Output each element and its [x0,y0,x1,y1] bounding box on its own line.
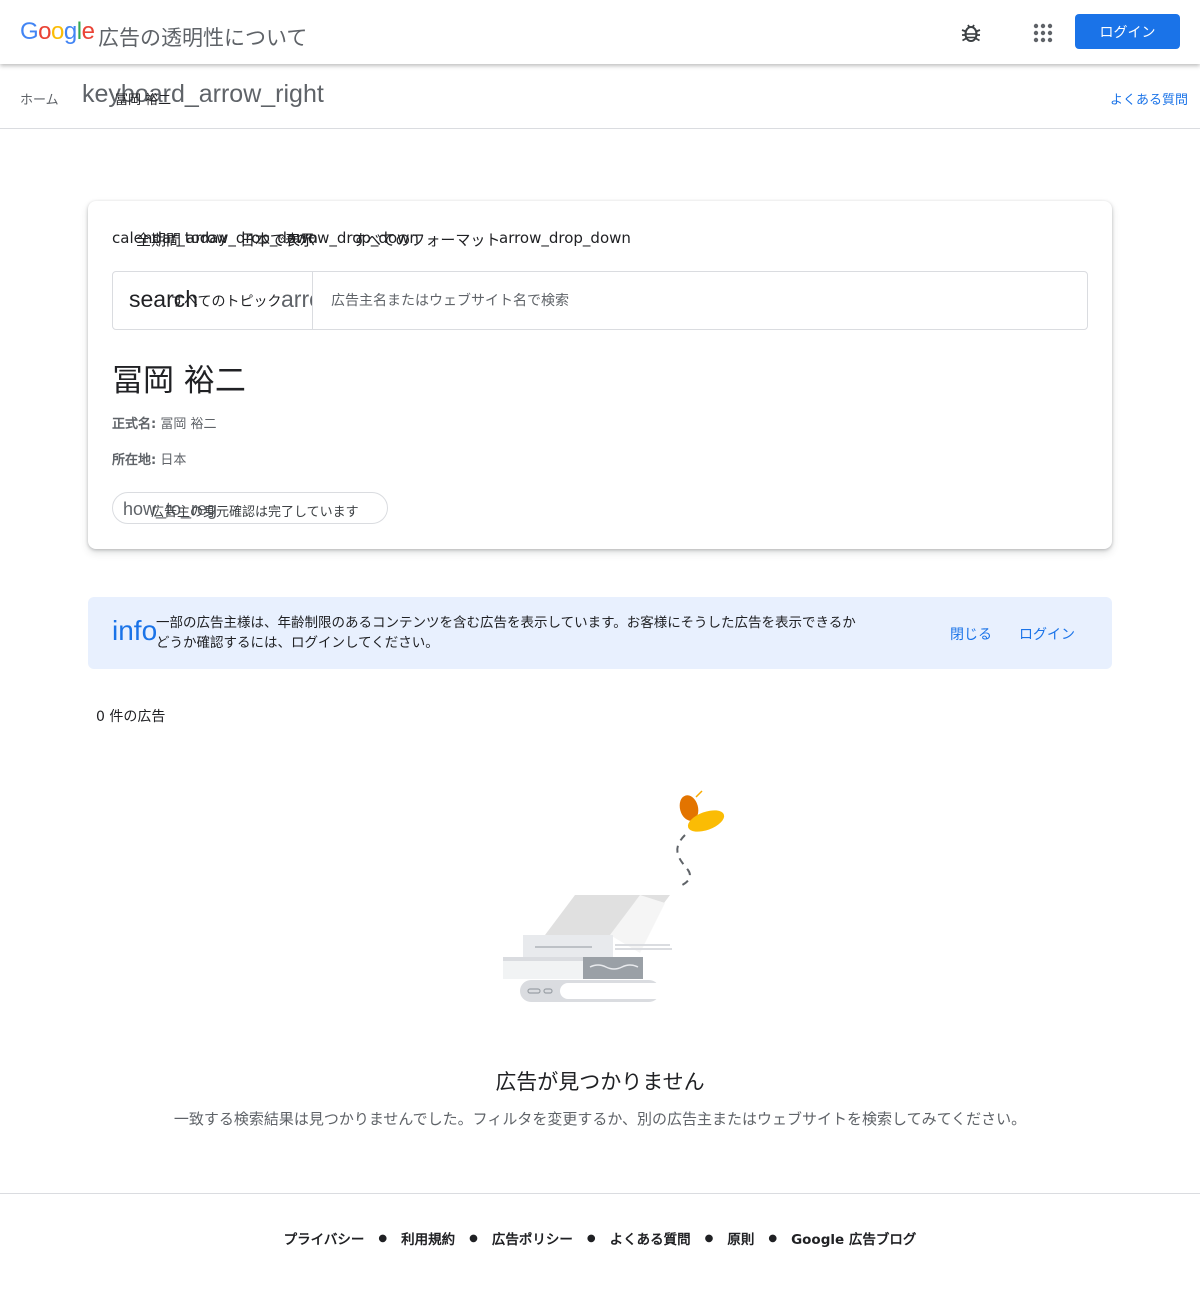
login-button[interactable]: ログイン [1075,14,1180,49]
google-logo[interactable]: Google [20,18,95,46]
separator-dot-icon: ● [704,1232,714,1244]
separator-dot-icon: ● [586,1232,596,1244]
banner-close-button[interactable]: 閉じる [950,624,992,644]
advertiser-name: 冨岡 裕二 [112,363,246,399]
empty-state-illustration [503,790,725,1002]
location-value: 日本 [160,453,187,468]
top-app-bar: Google 広告の透明性について ログイン [0,0,1200,64]
legal-name-value: 冨岡 裕二 [160,417,217,432]
filter-row: calendar_today 全期間 arrow_drop_down 日本で表示… [112,229,1012,251]
topic-select-label: すべてのトピック [171,294,282,310]
bug-icon [961,24,981,42]
banner-message: 一部の広告主様は、年齢制限のあるコンテンツを含む広告を表示しています。お客様にそ… [156,615,856,651]
topic-select[interactable]: search すべてのトピック arrow_drop_down [113,272,313,329]
verification-chip[interactable]: how_to_reg 広告主の身元確認は完了しています [112,492,388,524]
empty-state-description: 一致する検索結果は見つかりませんでした。フィルタを変更するか、別の広告主またはウ… [173,1110,1027,1128]
verification-text: 広告主の身元確認は完了しています [151,505,359,520]
advertiser-card: calendar_today 全期間 arrow_drop_down 日本で表示… [88,201,1112,549]
separator-dot-icon: ● [378,1232,388,1244]
apps-grid-icon [1033,23,1053,43]
faq-link[interactable]: よくある質問 [1110,89,1188,108]
format-dropdown-arrow-icon[interactable]: arrow_drop_down [499,229,631,247]
date-filter-label[interactable]: 全期間 [136,229,181,250]
legal-name-row: 正式名: 冨岡 裕二 [112,413,216,432]
search-input[interactable] [315,272,1085,329]
empty-state-title: 広告が見つかりません [495,1070,705,1094]
topic-dropdown-arrow-icon: arrow_drop_down [281,286,312,312]
legal-name-label: 正式名: [112,417,157,432]
info-banner: info 一部の広告主様は、年齢制限のあるコンテンツを含む広告を表示しています。… [88,597,1112,669]
footer-link-ad-policy[interactable]: 広告ポリシー [492,1228,573,1248]
info-icon: info [112,615,158,646]
app-title[interactable]: 広告の透明性について [98,22,307,52]
footer: プライバシー ● 利用規約 ● 広告ポリシー ● よくある質問 ● 原則 ● G… [0,1193,1200,1310]
breadcrumb-current: 冨岡 裕二 [115,93,172,108]
separator-dot-icon: ● [768,1232,778,1244]
search-bar: search すべてのトピック arrow_drop_down [112,271,1088,330]
banner-login-button[interactable]: ログイン [1019,624,1075,644]
location-label: 所在地: [112,453,157,468]
separator-dot-icon: ● [469,1232,478,1244]
footer-link-principles[interactable]: 原則 [727,1228,754,1248]
butterfly-icon [679,790,725,832]
breadcrumb: ホーム keyboard_arrow_right 冨岡 裕二 よくある質問 [0,64,1200,129]
format-filter-label[interactable]: すべてのフォーマット [352,229,500,250]
bug-report-button[interactable] [956,18,986,48]
google-apps-button[interactable] [1028,18,1058,48]
footer-links: プライバシー ● 利用規約 ● 広告ポリシー ● よくある質問 ● 原則 ● G… [0,1228,1200,1248]
footer-link-ads-blog[interactable]: Google 広告ブログ [791,1228,916,1248]
ad-count: 0 件の広告 [96,709,166,725]
location-row: 所在地: 日本 [112,449,186,468]
breadcrumb-home-link[interactable]: ホーム [20,89,59,108]
footer-link-terms[interactable]: 利用規約 [401,1228,455,1248]
footer-link-privacy[interactable]: プライバシー [284,1228,365,1248]
footer-link-faq[interactable]: よくある質問 [610,1228,691,1248]
